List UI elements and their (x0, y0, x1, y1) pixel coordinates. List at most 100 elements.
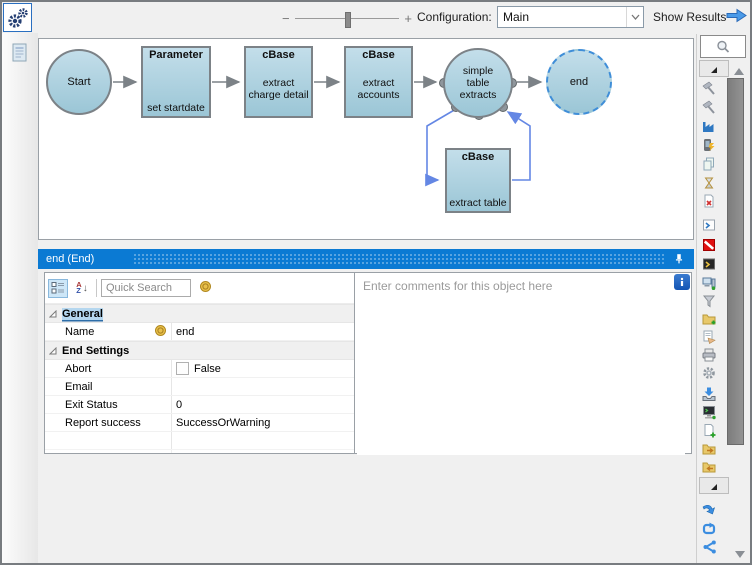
palette-search-button[interactable] (700, 35, 746, 58)
node-label: set startdate (147, 102, 205, 114)
left-strip (2, 33, 38, 563)
properties-panel-header[interactable]: end (End) (38, 249, 694, 269)
zoom-in-label[interactable]: + (404, 11, 412, 26)
scroll-down-icon[interactable] (734, 546, 746, 563)
node-title: Parameter (149, 49, 203, 61)
comments-panel (354, 272, 692, 455)
document-tab[interactable] (8, 40, 32, 66)
category-label: General (62, 307, 103, 320)
node-parameter[interactable]: Parameter set startdate (141, 46, 211, 118)
computer-network-icon[interactable] (701, 275, 717, 291)
property-value[interactable]: 0 (171, 396, 354, 413)
node-title: cBase (461, 151, 495, 163)
file-delete-icon[interactable] (701, 193, 717, 209)
property-grid-toolbar: A Z ↓ (45, 273, 354, 304)
property-label: Report success (65, 416, 141, 429)
folder-out-icon[interactable] (701, 441, 717, 457)
console-icon[interactable] (701, 217, 717, 233)
property-row-name[interactable]: Name end (45, 323, 354, 341)
file-add-icon[interactable] (701, 423, 717, 439)
show-results-arrow-icon[interactable] (725, 7, 748, 29)
copy-pages-icon[interactable] (701, 156, 717, 172)
collapse-triangle-icon (711, 483, 717, 490)
zoom-slider[interactable]: − + (282, 10, 412, 28)
terminal-monitor-icon[interactable] (701, 404, 717, 420)
category-row-general[interactable]: General (45, 304, 354, 323)
process-tab[interactable] (3, 3, 32, 32)
zoom-slider-thumb[interactable] (345, 11, 351, 28)
no-entry-icon[interactable] (701, 237, 717, 253)
node-cbase-accounts[interactable]: cBase extract accounts (344, 46, 413, 118)
factory-icon[interactable] (701, 118, 717, 134)
expander-icon[interactable] (49, 346, 57, 355)
comments-input[interactable] (357, 275, 685, 455)
collapse-triangle-icon (711, 66, 717, 73)
property-row-email[interactable]: Email (45, 378, 354, 396)
node-title: cBase (362, 49, 395, 61)
property-value[interactable] (171, 378, 354, 395)
node-title: simple table extracts (459, 65, 497, 101)
chevron-down-icon[interactable] (626, 7, 643, 27)
folder-in-icon[interactable] (701, 459, 717, 475)
app-window: − + Configuration: Main Show Results Sta… (0, 0, 752, 565)
property-value[interactable]: False (171, 360, 354, 377)
gears-icon (7, 7, 28, 28)
node-title: end (569, 76, 589, 88)
flow-split-icon[interactable] (701, 539, 717, 555)
export-tray-icon[interactable] (701, 386, 717, 402)
console-dark-icon[interactable] (701, 256, 717, 272)
toolbar-separator (96, 279, 97, 297)
node-cbase-charge-detail[interactable]: cBase extract charge detail (244, 46, 313, 118)
categorize-button[interactable] (48, 278, 68, 298)
category-label: End Settings (62, 344, 130, 357)
property-row-report-success[interactable]: Report success SuccessOrWarning (45, 414, 354, 432)
palette-scrollbar-thumb[interactable] (727, 78, 744, 445)
flow-loop-icon[interactable] (701, 521, 717, 537)
flow-merge-icon[interactable] (701, 502, 717, 518)
property-label: Name (65, 325, 95, 338)
info-icon[interactable] (674, 274, 690, 290)
folder-add-icon[interactable] (701, 311, 717, 327)
node-cbase-extract-table[interactable]: cBase extract table (445, 148, 511, 213)
quick-search-input[interactable] (101, 279, 191, 297)
gear-icon[interactable] (701, 365, 717, 381)
flow-canvas[interactable]: Start Parameter set startdate cBase extr… (38, 38, 694, 240)
node-label: extract accounts (357, 76, 400, 101)
collapse-group-button[interactable] (699, 477, 729, 494)
show-results-link[interactable]: Show Results (653, 10, 726, 24)
configuration-label: Configuration: (417, 10, 492, 24)
property-value[interactable]: end (171, 323, 354, 340)
badge-icon (200, 279, 211, 297)
search-icon (717, 40, 730, 53)
hammer-icon[interactable] (701, 80, 717, 96)
property-row-abort[interactable]: Abort False (45, 360, 354, 378)
property-grid: A Z ↓ General Name end En (44, 272, 355, 454)
node-simple-table-extracts[interactable]: simple table extracts (443, 48, 513, 118)
form-hand-icon[interactable] (701, 329, 717, 345)
expander-icon[interactable] (49, 309, 57, 318)
node-label: extract table (449, 197, 507, 209)
property-row-exit-status[interactable]: Exit Status 0 (45, 396, 354, 414)
hammer-icon[interactable] (701, 99, 717, 115)
hourglass-icon[interactable] (701, 175, 717, 191)
printer-icon[interactable] (701, 347, 717, 363)
sort-alphabetical-button[interactable]: A Z ↓ (71, 279, 93, 298)
az-icon: A Z (76, 279, 82, 295)
device-lightning-icon[interactable] (701, 137, 717, 153)
panel-header-texture (133, 253, 666, 265)
property-label: Abort (65, 362, 92, 375)
filter-funnel-icon[interactable] (701, 293, 717, 309)
category-row-end-settings[interactable]: End Settings (45, 341, 354, 360)
node-start[interactable]: Start (46, 49, 112, 115)
node-label: extract charge detail (248, 76, 309, 101)
node-end-selected[interactable]: end (546, 49, 612, 115)
abort-checkbox[interactable] (176, 362, 189, 375)
grid-filler (45, 450, 354, 453)
zoom-out-label[interactable]: − (282, 11, 290, 26)
configuration-dropdown[interactable]: Main (497, 6, 644, 28)
node-title: Start (67, 76, 91, 88)
empty-row (45, 432, 354, 450)
pin-icon[interactable] (672, 252, 686, 269)
collapse-group-button[interactable] (699, 60, 729, 77)
property-value[interactable]: SuccessOrWarning (171, 414, 354, 431)
